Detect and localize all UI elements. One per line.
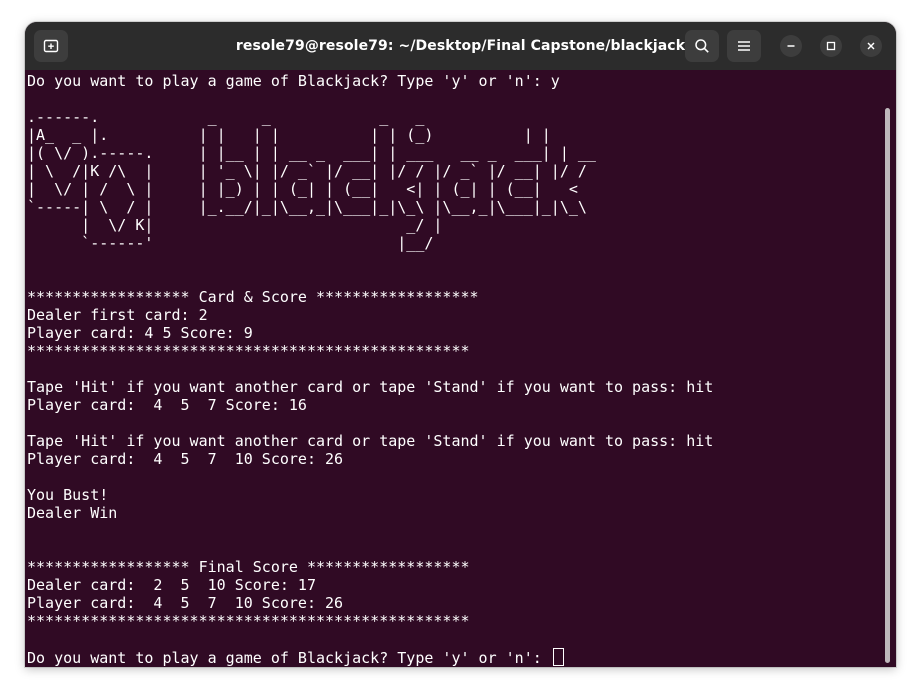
terminal-line: | \/ K| _/ | bbox=[27, 216, 443, 234]
terminal-line: Dealer first card: 2 bbox=[27, 306, 208, 324]
scrollbar[interactable] bbox=[885, 108, 890, 663]
new-tab-button[interactable] bbox=[34, 30, 68, 62]
terminal-line: `-----| \ / | |_.__/|_|\__,_|\___|_|\_\ … bbox=[27, 198, 587, 216]
terminal-window: resole79@resole79: ~/Desktop/Final Capst… bbox=[25, 22, 896, 667]
terminal-line: ****************************************… bbox=[27, 612, 470, 630]
terminal-output[interactable]: Do you want to play a game of Blackjack?… bbox=[27, 72, 877, 667]
new-tab-icon bbox=[43, 39, 59, 53]
terminal-line: Dealer card: 2 5 10 Score: 17 bbox=[27, 576, 316, 594]
terminal-line: Player card: 4 5 Score: 9 bbox=[27, 324, 253, 342]
terminal-line: ****************************************… bbox=[27, 342, 470, 360]
title-bar[interactable]: resole79@resole79: ~/Desktop/Final Capst… bbox=[25, 22, 896, 70]
terminal-line: Player card: 4 5 7 Score: 16 bbox=[27, 396, 307, 414]
terminal-line: | \ /|K /\ | | '_ \| |/ _` |/ __| |/ / |… bbox=[27, 162, 587, 180]
terminal-line: You Bust! bbox=[27, 486, 109, 504]
minimize-icon bbox=[787, 45, 795, 47]
terminal-line: Player card: 4 5 7 10 Score: 26 bbox=[27, 450, 344, 468]
terminal-line: | \/ | / \ | | |_) | | (_| | (__| <| | (… bbox=[27, 180, 578, 198]
terminal-line: |A_ _ |. | | | | | | (_) | | bbox=[27, 126, 551, 144]
minimize-button[interactable] bbox=[780, 35, 802, 57]
maximize-button[interactable] bbox=[820, 35, 842, 57]
terminal-line: ****************** Final Score *********… bbox=[27, 558, 470, 576]
text-cursor bbox=[552, 648, 564, 666]
close-icon bbox=[867, 42, 875, 50]
terminal-line: `------' |__/ bbox=[27, 234, 434, 252]
maximize-icon bbox=[826, 41, 836, 51]
menu-button[interactable] bbox=[727, 30, 761, 62]
window-title: resole79@resole79: ~/Desktop/Final Capst… bbox=[235, 38, 686, 54]
terminal-line: Player card: 4 5 7 10 Score: 26 bbox=[27, 594, 344, 612]
terminal-line: Tape 'Hit' if you want another card or t… bbox=[27, 432, 714, 450]
terminal-line: Do you want to play a game of Blackjack?… bbox=[27, 72, 560, 90]
hamburger-menu-icon bbox=[738, 41, 750, 51]
terminal-line: .------. _ _ _ _ bbox=[27, 108, 488, 126]
close-button[interactable] bbox=[860, 35, 882, 57]
search-button[interactable] bbox=[685, 30, 719, 62]
terminal-line: ****************** Card & Score ********… bbox=[27, 288, 479, 306]
terminal-line: Tape 'Hit' if you want another card or t… bbox=[27, 378, 714, 396]
terminal-line: Do you want to play a game of Blackjack?… bbox=[27, 648, 877, 667]
terminal-line: |( \/ ).-----. | |__ | | __ _ ___| | ___… bbox=[27, 144, 596, 162]
search-icon bbox=[695, 39, 709, 53]
terminal-line: Dealer Win bbox=[27, 504, 118, 522]
